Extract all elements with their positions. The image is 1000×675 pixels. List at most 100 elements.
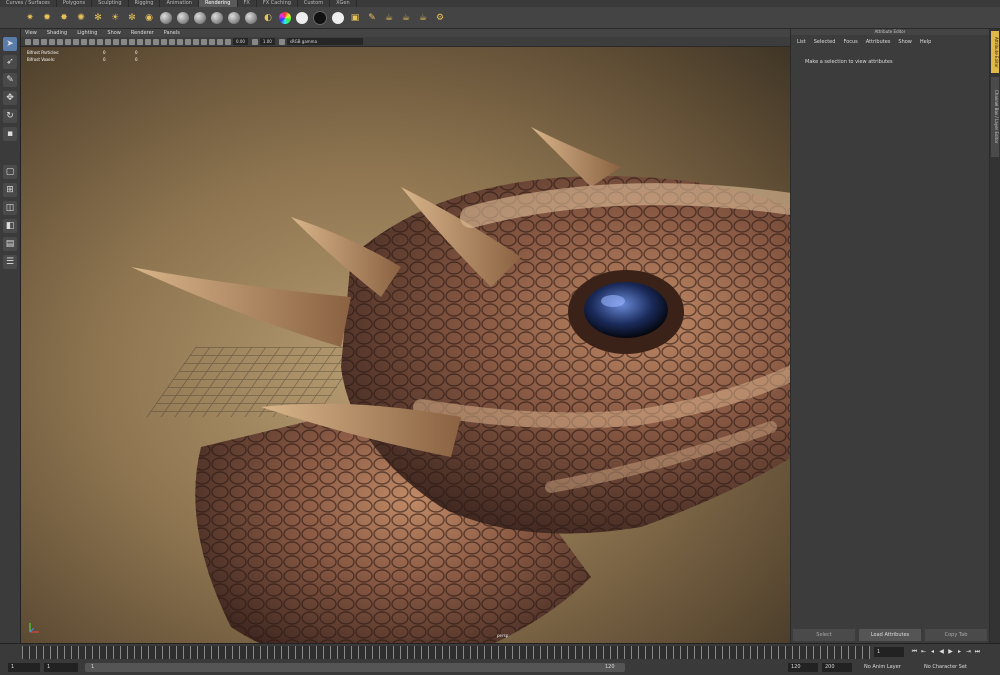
step-forward-key-icon[interactable]: ⇥ — [964, 647, 973, 657]
anim-layer-select[interactable]: No Anim Layer — [864, 663, 901, 672]
single-layout-icon[interactable]: ▢ — [3, 165, 17, 179]
panel-menu-item[interactable]: Lighting — [77, 30, 97, 36]
xray-components-icon[interactable] — [217, 38, 223, 45]
two-view-layout-icon[interactable]: ◫ — [3, 201, 17, 215]
resolution-gate-icon[interactable] — [73, 38, 79, 45]
directional-light-icon[interactable]: ☀ — [109, 12, 121, 24]
scale-tool-icon[interactable]: ▪ — [3, 127, 17, 141]
panel-menu-item[interactable]: Shading — [47, 30, 67, 36]
panel-menu-item[interactable]: Panels — [164, 30, 180, 36]
wireframe-icon[interactable] — [113, 38, 119, 45]
material-ball-icon[interactable] — [245, 11, 257, 24]
render-frame-icon[interactable]: ✎ — [366, 12, 378, 24]
attribute-editor-menu-item[interactable]: Help — [920, 39, 931, 45]
view-transform-select[interactable]: sRGB gamma — [286, 38, 363, 45]
motion-blur-icon[interactable] — [169, 38, 175, 45]
depth-of-field-icon[interactable] — [185, 38, 191, 45]
bookmarks-icon[interactable] — [41, 38, 47, 45]
camera-attributes-icon[interactable] — [25, 38, 31, 45]
copy-tab-button[interactable]: Copy Tab — [925, 629, 987, 641]
step-forward-frame-icon[interactable]: ▸ — [955, 647, 964, 657]
spot-light-icon[interactable]: ✹ — [41, 12, 53, 24]
material-ball-icon[interactable] — [211, 11, 223, 24]
safe-action-icon[interactable] — [97, 38, 103, 45]
wireframe-on-shaded-icon[interactable] — [129, 38, 135, 45]
exposure-icon[interactable] — [225, 38, 231, 45]
attribute-editor-menu-item[interactable]: Attributes — [866, 39, 891, 45]
render-light-icon[interactable]: ✷ — [24, 12, 36, 24]
playback-end-field[interactable]: 120 — [788, 663, 818, 672]
character-set-select[interactable]: No Character Set — [924, 663, 967, 672]
grid-toggle-icon[interactable] — [57, 38, 63, 45]
shadows-icon[interactable] — [153, 38, 159, 45]
step-back-key-icon[interactable]: ⇤ — [919, 647, 928, 657]
area-light-icon[interactable]: ✺ — [75, 12, 87, 24]
rotate-tool-icon[interactable]: ↻ — [3, 109, 17, 123]
channel-box-tab[interactable]: Channel Box / Layer Editor — [991, 77, 999, 157]
shelf-tab[interactable]: Sculpting — [92, 0, 129, 7]
four-view-layout-icon[interactable]: ⊞ — [3, 183, 17, 197]
ipr-render-icon[interactable]: ☕ — [383, 12, 395, 24]
hypershade-icon[interactable]: ⚙ — [434, 12, 446, 24]
camera-lock-icon[interactable] — [33, 38, 39, 45]
render-settings-icon[interactable]: ◐ — [262, 12, 274, 24]
step-back-frame-icon[interactable]: ◂ — [928, 647, 937, 657]
select-button[interactable]: Select — [793, 629, 855, 641]
volume-light-icon[interactable]: ✻ — [92, 12, 104, 24]
shelf-tab[interactable]: Rigging — [129, 0, 161, 7]
gamma-field[interactable]: 1.00 — [259, 38, 275, 45]
range-bar[interactable]: 1 120 — [85, 663, 625, 672]
use-all-lights-icon[interactable] — [145, 38, 151, 45]
dragon-head-model[interactable] — [121, 107, 790, 643]
shelf-tab[interactable]: Animation — [160, 0, 199, 7]
list-layout-icon[interactable]: ☰ — [3, 255, 17, 269]
screen-space-ao-icon[interactable] — [161, 38, 167, 45]
material-ball-icon[interactable] — [194, 11, 206, 24]
shelf-tab[interactable]: FX — [238, 0, 257, 7]
smooth-shade-icon[interactable] — [121, 38, 127, 45]
white-shader-icon[interactable] — [332, 11, 344, 24]
load-attributes-button[interactable]: Load Attributes — [859, 629, 921, 641]
point-light-icon[interactable]: ✸ — [58, 12, 70, 24]
sun-light-icon[interactable]: ◉ — [143, 12, 155, 24]
color-management-icon[interactable] — [278, 38, 285, 45]
material-ball-icon[interactable] — [228, 11, 240, 24]
material-ball-icon[interactable] — [160, 11, 172, 24]
ambient-light-icon[interactable]: ✼ — [126, 12, 138, 24]
play-backward-icon[interactable]: ◀ — [937, 647, 946, 657]
attribute-editor-menu-item[interactable]: Selected — [814, 39, 836, 45]
shelf-tab[interactable]: Custom — [298, 0, 331, 7]
textured-icon[interactable] — [137, 38, 143, 45]
paint-select-icon[interactable]: ✎ — [3, 73, 17, 87]
move-tool-icon[interactable]: ✥ — [3, 91, 17, 105]
black-shader-icon[interactable] — [313, 10, 327, 25]
animation-end-field[interactable]: 200 — [822, 663, 852, 672]
isolate-select-icon[interactable] — [193, 38, 199, 45]
play-forward-icon[interactable]: ▶ — [946, 647, 955, 657]
render-sequence-icon[interactable]: ☕ — [417, 12, 429, 24]
color-wheel-icon[interactable] — [279, 11, 291, 24]
attribute-editor-menu-item[interactable]: Show — [898, 39, 912, 45]
attribute-editor-menu-item[interactable]: Focus — [843, 39, 857, 45]
panel-menu-item[interactable]: View — [25, 30, 37, 36]
xray-joints-icon[interactable] — [209, 38, 215, 45]
gamma-icon[interactable] — [251, 38, 258, 45]
field-chart-icon[interactable] — [89, 38, 95, 45]
render-view-icon[interactable]: ▣ — [349, 12, 361, 24]
select-tool-icon[interactable]: ➤ — [3, 37, 17, 51]
white-shader-icon[interactable] — [296, 11, 308, 24]
attribute-editor-menu-item[interactable]: List — [797, 39, 806, 45]
gate-mask-icon[interactable] — [81, 38, 87, 45]
shelf-tab[interactable]: Polygons — [57, 0, 93, 7]
attribute-editor-tab[interactable]: Attribute Editor — [991, 31, 999, 73]
shelf-tab[interactable]: Rendering — [198, 0, 238, 7]
shelf-tab[interactable]: Curves / Surfaces — [0, 0, 57, 7]
timeline-ticks[interactable] — [22, 646, 870, 659]
panel-menu-item[interactable]: Show — [107, 30, 121, 36]
anti-aliasing-icon[interactable] — [177, 38, 183, 45]
film-gate-icon[interactable] — [65, 38, 71, 45]
panel-menu-item[interactable]: Renderer — [131, 30, 154, 36]
shelf-tab[interactable]: XGen — [330, 0, 357, 7]
material-ball-icon[interactable] — [177, 11, 189, 24]
animation-start-field[interactable]: 1 — [8, 663, 40, 672]
